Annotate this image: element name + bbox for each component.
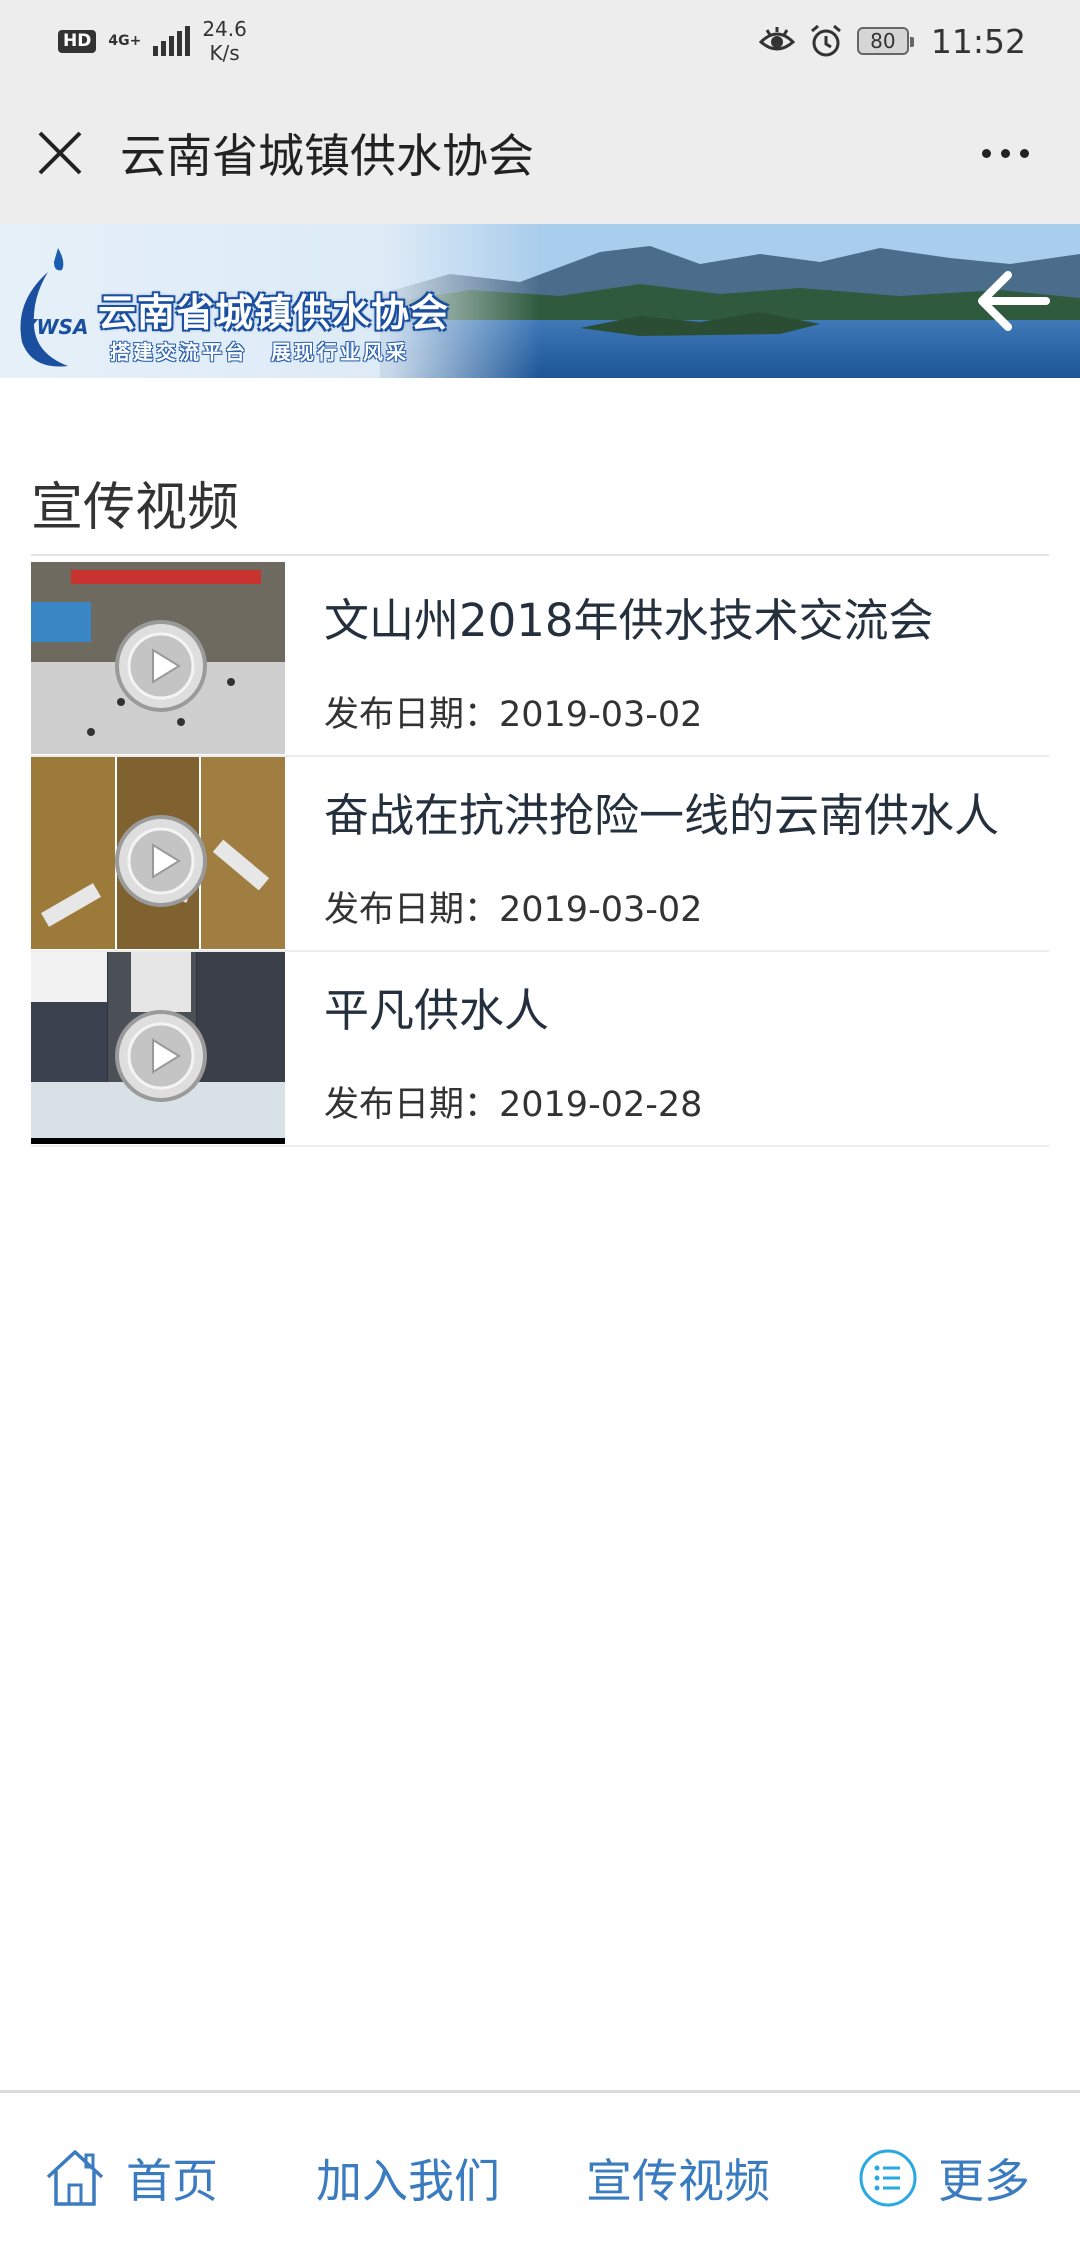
speed-unit: K/s bbox=[209, 41, 240, 65]
more-icon bbox=[981, 148, 991, 158]
status-left: HD 4G+ 24.6 K/s bbox=[58, 17, 247, 65]
speed-value: 24.6 bbox=[202, 17, 247, 41]
video-list-item[interactable]: 奋战在抗洪抢险一线的云南供水人 发布日期：2019-03-02 bbox=[31, 757, 1049, 952]
nav-home-button[interactable]: 首页 bbox=[44, 2145, 218, 2211]
nav-video-label: 宣传视频 bbox=[586, 2154, 770, 2208]
nav-join-label: 加入我们 bbox=[316, 2154, 500, 2208]
nav-join-button[interactable]: 加入我们 bbox=[316, 2145, 500, 2211]
video-thumbnail[interactable] bbox=[31, 952, 285, 1144]
video-thumbnail[interactable] bbox=[31, 757, 285, 949]
menu-list-icon bbox=[859, 2149, 917, 2207]
eye-icon bbox=[758, 27, 795, 51]
network-speed: 24.6 K/s bbox=[202, 17, 247, 65]
video-list: 文山州2018年供水技术交流会 发布日期：2019-03-02 奋战在抗洪抢险一… bbox=[31, 562, 1049, 1147]
video-date: 发布日期：2019-03-02 bbox=[324, 695, 703, 735]
back-arrow-icon[interactable] bbox=[976, 269, 1050, 333]
close-button[interactable] bbox=[30, 123, 90, 183]
play-icon bbox=[115, 620, 207, 712]
logo-name: 云南省城镇供水协会 bbox=[98, 291, 450, 335]
hd-badge: HD bbox=[58, 29, 97, 53]
section-title: 宣传视频 bbox=[31, 478, 240, 538]
home-icon bbox=[46, 2150, 104, 2206]
clock: 11:52 bbox=[930, 21, 1026, 61]
nav-more-button[interactable]: 更多 bbox=[858, 2145, 1030, 2211]
header-banner: YWSA 云南省城镇供水协会 搭建交流平台 展现行业风采 bbox=[0, 224, 1080, 378]
video-thumbnail[interactable] bbox=[31, 562, 285, 754]
video-list-item[interactable]: 文山州2018年供水技术交流会 发布日期：2019-03-02 bbox=[31, 562, 1049, 757]
alarm-icon bbox=[810, 24, 841, 57]
logo-slogan: 搭建交流平台 展现行业风采 bbox=[110, 340, 409, 364]
video-list-item[interactable]: 平凡供水人 发布日期：2019-02-28 bbox=[31, 952, 1049, 1147]
video-title[interactable]: 奋战在抗洪抢险一线的云南供水人 bbox=[324, 779, 999, 844]
network-type: 4G+ bbox=[108, 33, 142, 49]
battery-icon: 80 bbox=[856, 27, 914, 55]
status-bar: HD 4G+ 24.6 K/s 80 11:52 bbox=[0, 0, 1080, 82]
ywsa-logo-icon: YWSA bbox=[20, 248, 88, 367]
more-icon-dot bbox=[1000, 148, 1010, 158]
nav-more-label: 更多 bbox=[938, 2154, 1030, 2208]
nav-home-label: 首页 bbox=[126, 2154, 218, 2208]
bottom-nav: 首页 加入我们 宣传视频 更多 bbox=[0, 2090, 1080, 2244]
video-title[interactable]: 文山州2018年供水技术交流会 bbox=[324, 584, 934, 649]
video-date: 发布日期：2019-03-02 bbox=[324, 890, 703, 930]
battery-level: 80 bbox=[870, 29, 896, 53]
video-date: 发布日期：2019-02-28 bbox=[324, 1085, 703, 1125]
more-icon-dot bbox=[1019, 148, 1029, 158]
title-bar: 云南省城镇供水协会 bbox=[0, 82, 1080, 224]
video-title[interactable]: 平凡供水人 bbox=[324, 974, 549, 1039]
signal-icon bbox=[153, 26, 191, 56]
close-icon bbox=[38, 131, 82, 175]
more-button[interactable] bbox=[970, 128, 1040, 178]
logo-abbr: YWSA bbox=[22, 315, 88, 339]
section-divider bbox=[31, 554, 1049, 556]
page-title: 云南省城镇供水协会 bbox=[120, 129, 534, 183]
nav-video-button[interactable]: 宣传视频 bbox=[586, 2145, 770, 2211]
play-icon bbox=[115, 1010, 207, 1102]
status-right: 80 11:52 bbox=[758, 21, 1026, 61]
play-icon bbox=[115, 815, 207, 907]
app-root: HD 4G+ 24.6 K/s 80 11:52 云南省城镇供水协会 YWSA … bbox=[0, 0, 1080, 2244]
